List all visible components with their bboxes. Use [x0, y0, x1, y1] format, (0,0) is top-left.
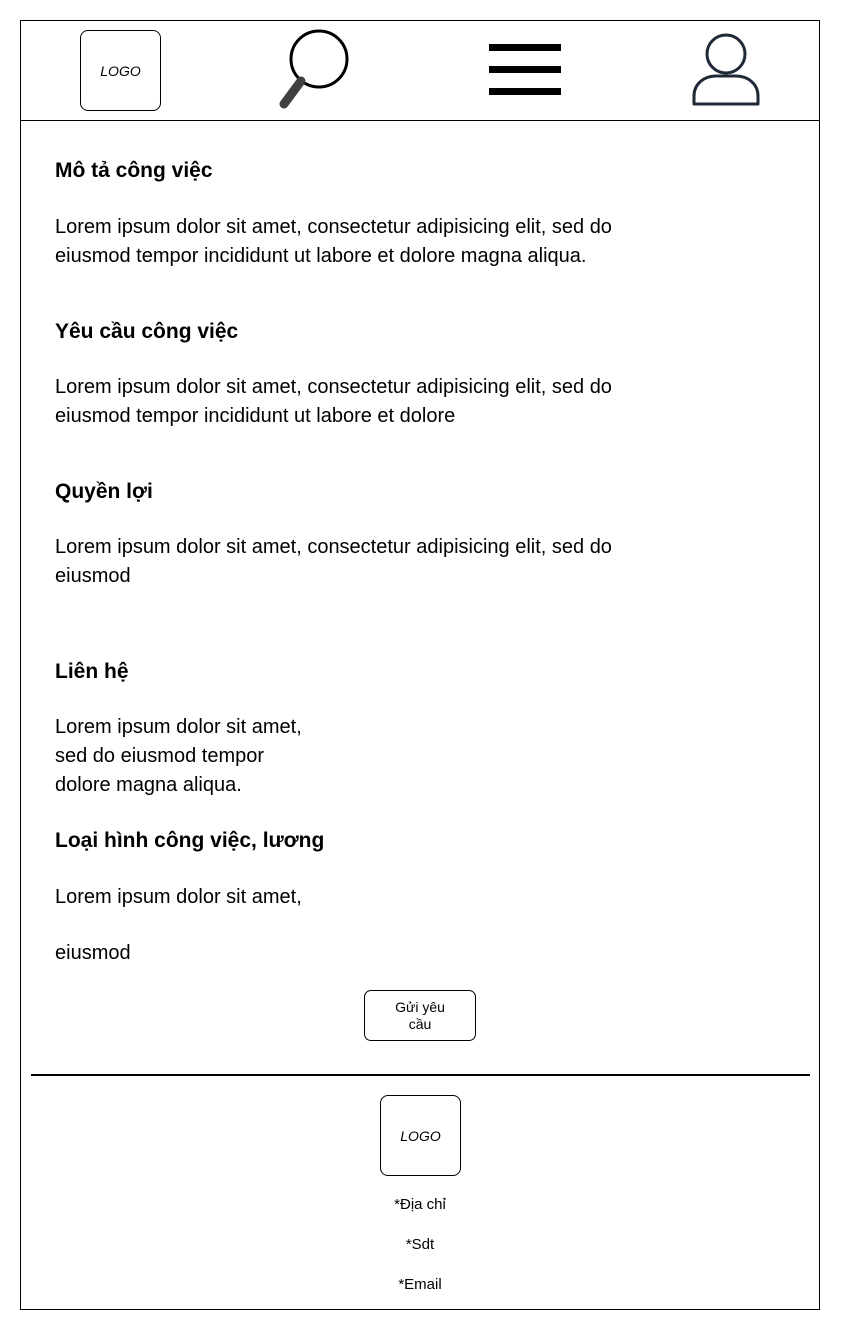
section-text-job-type-salary-extra: eiusmod [55, 942, 131, 964]
footer-logo-text: LOGO [400, 1127, 441, 1144]
section-text-benefits: Lorem ipsum dolor sit amet, consectetur … [55, 536, 612, 587]
header-logo-text: LOGO [100, 62, 141, 79]
section-title-job-requirements: Yêu cầu công việc [55, 320, 239, 343]
submit-request-button[interactable]: Gửi yêu cầu [364, 990, 476, 1041]
section-title-job-type-salary: Loại hình công việc, lương [55, 829, 325, 852]
section-text-contact: Lorem ipsum dolor sit amet, sed do eiusm… [55, 716, 302, 796]
user-icon[interactable] [690, 32, 762, 108]
section-title-benefits: Quyền lợi [55, 480, 153, 503]
footer-address: *Địa chỉ [394, 1196, 446, 1213]
section-text-job-requirements: Lorem ipsum dolor sit amet, consectetur … [55, 376, 612, 427]
footer-phone: *Sdt [405, 1236, 435, 1253]
menu-icon[interactable] [489, 44, 561, 96]
footer-email: *Email [398, 1276, 442, 1293]
section-title-contact: Liên hệ [55, 660, 129, 683]
section-text-job-type-salary: Lorem ipsum dolor sit amet, [55, 886, 302, 908]
header-logo[interactable]: LOGO [80, 30, 161, 111]
footer-divider [31, 1074, 810, 1076]
section-title-job-description: Mô tả công việc [55, 159, 213, 182]
search-icon[interactable] [276, 28, 356, 112]
footer-logo[interactable]: LOGO [380, 1095, 461, 1176]
section-text-job-description: Lorem ipsum dolor sit amet, consectetur … [55, 216, 612, 267]
